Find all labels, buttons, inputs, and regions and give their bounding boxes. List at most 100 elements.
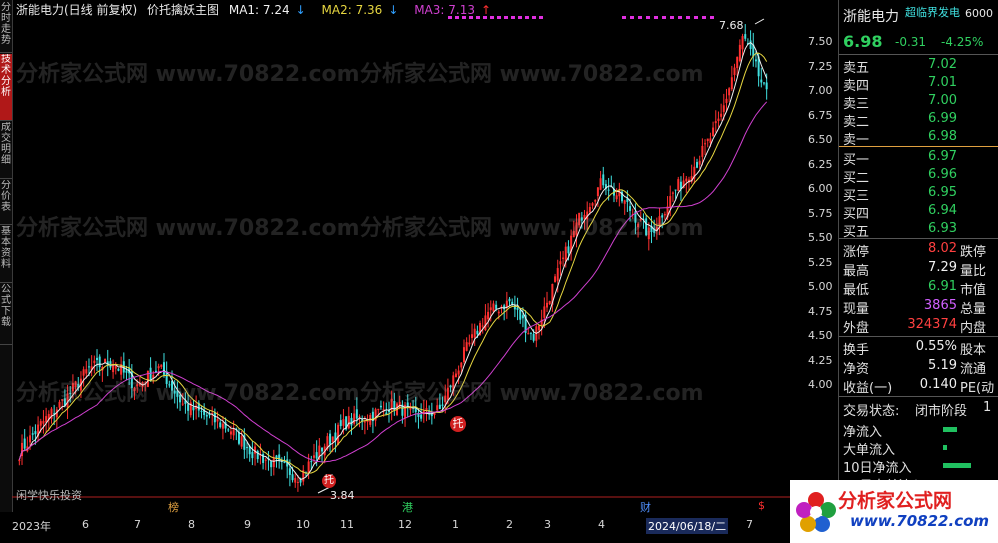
stat-row: 净资 5.19 流通 bbox=[839, 358, 998, 377]
ma1-value: MA1: 7.24 ↓ bbox=[228, 3, 306, 17]
time-tick-label: 3 bbox=[544, 518, 551, 531]
price-tick-label: 5.25 bbox=[808, 255, 833, 269]
candle-body bbox=[765, 82, 768, 90]
candle-body bbox=[270, 461, 273, 468]
watermark: 分析家公式网 www.70822.com bbox=[16, 62, 360, 87]
signal-dot bbox=[504, 16, 508, 19]
ask-row-value: 6.99 bbox=[928, 111, 957, 126]
tab-trades[interactable]: 成交明细 bbox=[0, 122, 12, 179]
candle-body bbox=[229, 431, 232, 435]
stat-row-value: 5.19 bbox=[928, 358, 957, 373]
trade-status-label: 交易状态: bbox=[843, 404, 900, 419]
trade-status-num: 1 bbox=[983, 400, 992, 415]
stat-row-value: 0.55% bbox=[915, 339, 957, 354]
tab-technical[interactable]: 技术分析 bbox=[0, 54, 12, 121]
time-tick-label: 2023年 bbox=[12, 520, 51, 533]
candle-body bbox=[462, 347, 465, 362]
moving-average-line bbox=[18, 41, 768, 481]
signal-badge[interactable]: 托 bbox=[322, 474, 336, 488]
candle-body bbox=[291, 474, 294, 481]
tab-intraday[interactable]: 分时走势 bbox=[0, 2, 12, 53]
ask-row-label: 卖四 bbox=[843, 79, 870, 94]
candle-body bbox=[321, 447, 324, 452]
price-change-pct: -4.25% bbox=[941, 35, 984, 49]
stat-row-label2: 流通 bbox=[960, 362, 987, 377]
signal-badge[interactable]: 托 bbox=[450, 416, 466, 432]
concept-tag[interactable]: 超临界发电 bbox=[905, 4, 960, 20]
signal-dot bbox=[638, 16, 642, 19]
time-tick-label: 11 bbox=[340, 518, 354, 531]
candle-body bbox=[358, 416, 361, 418]
tab-formula-download[interactable]: 公式下载 bbox=[0, 284, 12, 345]
candle-body bbox=[192, 407, 195, 411]
chart-header: 浙能电力(日线 前复权) 价托擒妖主图 MA1: 7.24 ↓ MA2: 7.36… bbox=[16, 2, 503, 18]
candle-body bbox=[677, 179, 680, 191]
candle-body bbox=[23, 438, 26, 449]
candle-body bbox=[283, 461, 286, 463]
event-marker[interactable]: 港 bbox=[402, 499, 413, 515]
ask-row-label: 卖一 bbox=[843, 133, 870, 148]
stat-row-value: 0.140 bbox=[919, 377, 957, 392]
indicator-name[interactable]: 价托擒妖主图 bbox=[147, 3, 219, 17]
candle-body bbox=[98, 356, 101, 368]
candle-body bbox=[701, 145, 704, 157]
stat-row-value: 324374 bbox=[907, 317, 957, 332]
candle-body bbox=[465, 342, 468, 351]
candle-body bbox=[720, 113, 723, 117]
stat-row-value: 8.02 bbox=[928, 241, 957, 256]
candle-body bbox=[591, 203, 594, 206]
flow-label: 10日净流入 bbox=[843, 461, 912, 476]
candle-body bbox=[162, 362, 165, 375]
signal-dot bbox=[525, 16, 529, 19]
candle-body bbox=[213, 412, 216, 423]
price-tick-label: 4.75 bbox=[808, 304, 833, 318]
down-arrow-icon: ↓ bbox=[295, 3, 306, 17]
candle-body bbox=[554, 276, 557, 283]
candle-body bbox=[671, 192, 674, 194]
candle-body bbox=[738, 44, 741, 62]
candle-body bbox=[556, 268, 559, 281]
price-tick-label: 6.50 bbox=[808, 133, 833, 146]
candle-body bbox=[312, 455, 315, 458]
candle-body bbox=[310, 461, 313, 463]
stat-row: 换手 0.55% 股本 bbox=[839, 339, 998, 358]
candle-body bbox=[489, 307, 492, 311]
event-marker[interactable]: 榜 bbox=[168, 499, 179, 515]
candle-body bbox=[307, 461, 310, 473]
candle-body bbox=[519, 309, 522, 320]
price-tick-label: 4.25 bbox=[808, 353, 833, 367]
event-marker[interactable]: 财 bbox=[640, 499, 651, 515]
signal-dot bbox=[622, 16, 626, 19]
candle-body bbox=[272, 457, 275, 468]
candle-body bbox=[457, 370, 460, 375]
bid-row: 买三 6.95 bbox=[839, 185, 998, 204]
candle-body bbox=[227, 429, 230, 431]
tab-price-table[interactable]: 分价表 bbox=[0, 180, 12, 225]
ma2-value: MA2: 7.36 ↓ bbox=[321, 3, 399, 17]
candle-body bbox=[722, 105, 725, 112]
up-arrow-icon: ↑ bbox=[480, 3, 492, 17]
candle-body bbox=[516, 307, 519, 310]
signal-dot bbox=[678, 16, 682, 19]
signal-dot bbox=[511, 16, 515, 19]
candle-body bbox=[240, 436, 243, 447]
tab-profile[interactable]: 基本资料 bbox=[0, 226, 12, 283]
bid-row-label: 买三 bbox=[843, 189, 870, 204]
price-tick-label: 4.50 bbox=[808, 329, 833, 342]
last-price: 6.98 bbox=[843, 32, 883, 51]
candle-body bbox=[546, 302, 549, 308]
candle-body bbox=[254, 446, 257, 454]
candle-body bbox=[674, 189, 677, 191]
event-marker[interactable]: $ bbox=[758, 499, 765, 512]
price-change: -0.31 bbox=[895, 35, 927, 49]
moving-average-line bbox=[18, 101, 768, 463]
candle-body bbox=[350, 417, 353, 426]
ma3-value: MA3: 7.13 ↑ bbox=[414, 3, 492, 17]
stat-row-label2: 跌停 bbox=[960, 245, 987, 260]
candle-body bbox=[315, 452, 318, 459]
candle-body bbox=[744, 34, 747, 39]
candle-body bbox=[481, 325, 484, 327]
candle-body bbox=[495, 304, 498, 309]
bid-row: 买一 6.97 bbox=[839, 149, 998, 168]
candle-body bbox=[114, 366, 117, 369]
